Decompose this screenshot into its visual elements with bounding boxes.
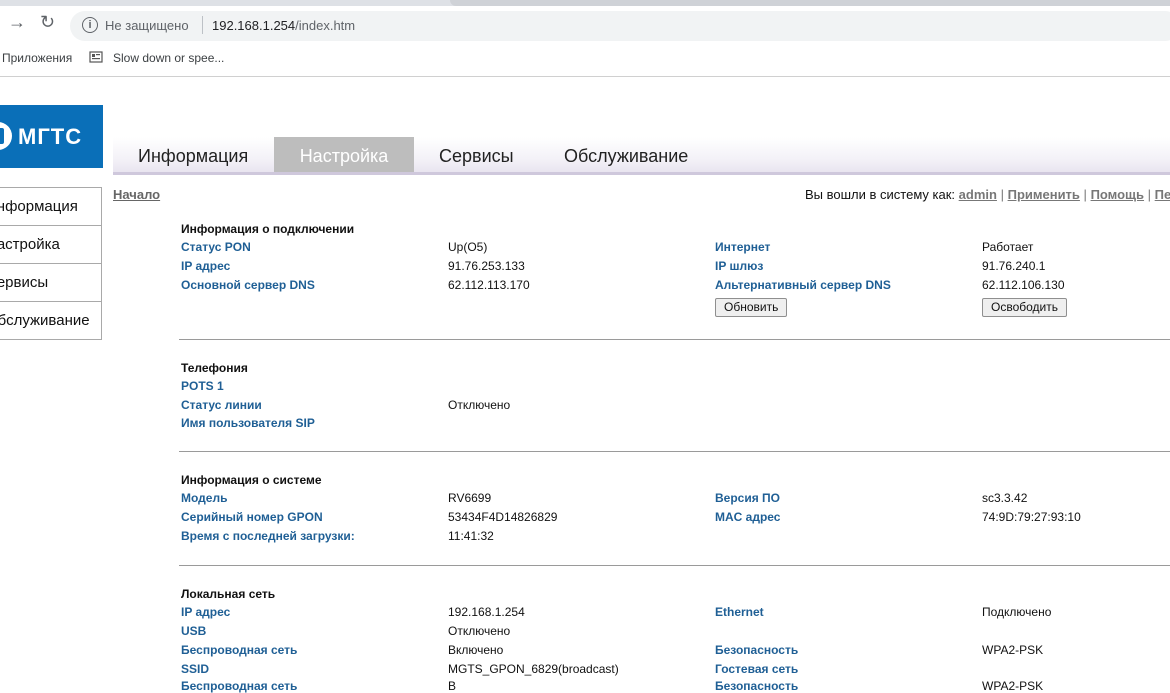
tab-services[interactable]: Сервисы: [439, 137, 549, 172]
gateway-value: 91.76.240.1: [982, 259, 1046, 273]
ethernet-value: Подключено: [982, 605, 1052, 619]
uptime-label: Время с последней загрузки:: [181, 529, 355, 543]
ethernet-label: Ethernet: [715, 605, 764, 619]
lan-ip-label: IP адрес: [181, 605, 231, 619]
wifi-security-label: Безопасность: [715, 643, 799, 657]
wan-ip-label: IP адрес: [181, 259, 231, 273]
login-user-link[interactable]: admin: [959, 187, 997, 202]
mac-value: 74:9D:79:27:93:10: [982, 510, 1081, 524]
logo-text: МГТС: [18, 124, 83, 149]
url-host: 192.168.1.254: [212, 18, 296, 33]
sidebar-item-label: Информация: [0, 198, 78, 215]
internet-value: Работает: [982, 240, 1034, 254]
usb-value: Отключено: [448, 624, 511, 638]
serial-label: Серийный номер GPON: [181, 510, 323, 524]
wifi-value: Включено: [448, 643, 504, 657]
brand-logo[interactable]: МГТС: [0, 105, 103, 168]
wifi2-security-value: WPA2-PSK: [982, 679, 1044, 693]
login-separator: |: [1147, 187, 1152, 202]
info-icon[interactable]: i: [82, 17, 98, 33]
sidebar-item-label: Настройка: [0, 236, 60, 253]
alt-dns-value: 62.112.106.130: [982, 278, 1065, 292]
tab-information[interactable]: Информация: [138, 137, 278, 172]
pon-status-value: Up(O5): [448, 240, 488, 254]
sidebar: Информация Настройка Сервисы Обслуживани…: [0, 187, 102, 340]
pon-status-label: Статус PON: [181, 240, 251, 254]
address-separator: [202, 16, 203, 34]
sidebar-item-maintenance[interactable]: Обслуживание: [0, 302, 102, 340]
model-value: RV6699: [448, 491, 492, 505]
renew-button[interactable]: Обновить: [715, 298, 788, 317]
wifi-security-value: WPA2-PSK: [982, 643, 1044, 657]
top-navigation: Информация Настройка Сервисы Обслуживани…: [113, 137, 1170, 175]
usb-label: USB: [181, 624, 207, 638]
security-label[interactable]: Не защищено: [105, 18, 189, 33]
guest-network-label: Гостевая сеть: [715, 662, 799, 676]
lan-section-title: Локальная сеть: [181, 587, 276, 601]
uptime-value: 11:41:32: [448, 529, 494, 543]
logo-mark-icon: [0, 122, 12, 150]
logout-link[interactable]: Пе: [1155, 187, 1170, 202]
wan-ip-value: 91.76.253.133: [448, 259, 525, 273]
section-divider: [179, 339, 1170, 340]
wifi2-value: В: [448, 679, 457, 693]
wifi2-security-label: Безопасность: [715, 679, 799, 693]
forward-icon[interactable]: →: [8, 12, 26, 33]
serial-value: 53434F4D14826829: [448, 510, 558, 524]
sidebar-item-label: Сервисы: [0, 274, 49, 291]
model-label: Модель: [181, 491, 228, 505]
sidebar-item-settings[interactable]: Настройка: [0, 226, 102, 264]
alt-dns-label: Альтернативный сервер DNS: [715, 278, 891, 292]
mac-label: MAC адрес: [715, 510, 781, 524]
sidebar-item-information[interactable]: Информация: [0, 187, 102, 226]
apply-link[interactable]: Применить: [1008, 187, 1080, 202]
top-navigation-underline: [113, 172, 1170, 175]
url-path: /index.htm: [295, 18, 356, 33]
sip-user-label: Имя пользователя SIP: [181, 416, 315, 430]
reload-icon[interactable]: ↻: [40, 12, 55, 33]
bookmark-slow-down[interactable]: Slow down or spee...: [113, 51, 224, 65]
lan-ip-value: 192.168.1.254: [448, 605, 525, 619]
bookmark-apps[interactable]: Приложения: [2, 51, 72, 65]
connection-section-title: Информация о подключении: [181, 222, 355, 236]
dns-label: Основной сервер DNS: [181, 278, 315, 292]
url-text[interactable]: 192.168.1.254/index.htm: [212, 18, 355, 33]
firmware-value: sc3.3.42: [982, 491, 1028, 505]
section-divider: [179, 451, 1170, 452]
ssid-value: MGTS_GPON_6829(broadcast): [448, 662, 619, 676]
line-status-value: Отключено: [448, 398, 511, 412]
internet-label: Интернет: [715, 240, 771, 254]
firmware-label: Версия ПО: [715, 491, 781, 505]
release-button[interactable]: Освободить: [982, 298, 1067, 317]
dns-value: 62.112.113.170: [448, 278, 530, 292]
tab-maintenance[interactable]: Обслуживание: [564, 137, 724, 172]
login-bar: Вы вошли в систему как: admin | Применит…: [805, 187, 1170, 202]
ssid-label: SSID: [181, 662, 210, 676]
telephony-section-title: Телефония: [181, 361, 248, 375]
chrome-divider: [0, 76, 1170, 77]
pots-label: POTS 1: [181, 379, 224, 393]
gateway-label: IP шлюз: [715, 259, 764, 273]
help-link[interactable]: Помощь: [1091, 187, 1144, 202]
line-status-label: Статус линии: [181, 398, 262, 412]
sidebar-item-services[interactable]: Сервисы: [0, 264, 102, 302]
bookmarks-bar: Приложения Slow down or spee...: [0, 44, 1170, 74]
wifi-label: Беспроводная сеть: [181, 643, 298, 657]
breadcrumb-home[interactable]: Начало: [113, 187, 160, 202]
wifi2-label: Беспроводная сеть: [181, 679, 298, 693]
bookmark-page-icon: [89, 51, 103, 63]
section-divider: [179, 565, 1170, 566]
tab-settings[interactable]: Настройка: [274, 137, 414, 172]
login-prefix: Вы вошли в систему как:: [805, 187, 956, 202]
system-section-title: Информация о системе: [181, 473, 322, 487]
login-separator: |: [1083, 187, 1087, 202]
login-separator: |: [1000, 187, 1004, 202]
sidebar-item-label: Обслуживание: [0, 312, 90, 329]
